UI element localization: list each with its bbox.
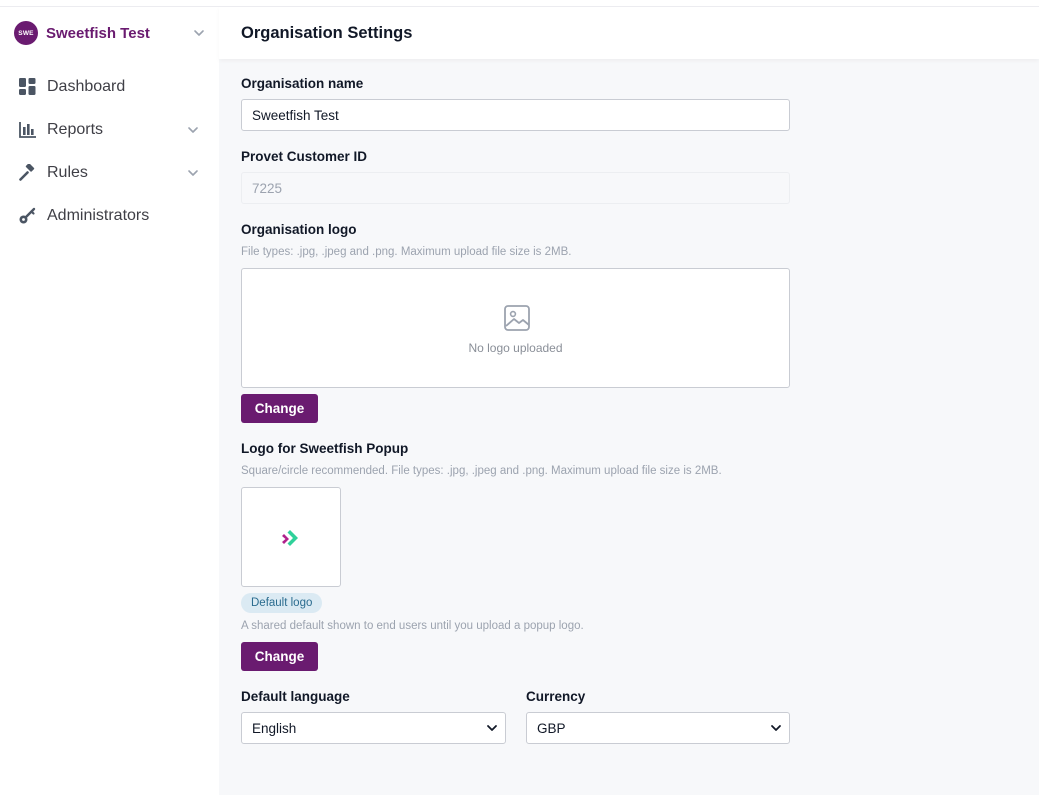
org-logo-hint: File types: .jpg, .jpeg and .png. Maximu…: [241, 246, 572, 258]
sidebar: SWE Sweetfish Test Dashboard Reports Rul…: [0, 7, 219, 795]
org-logo-preview: No logo uploaded: [241, 268, 790, 388]
top-border: [0, 0, 1039, 7]
sweetfish-logo-icon: [282, 530, 298, 546]
main-content: Organisation Settings Organisation name …: [219, 7, 1039, 795]
sidebar-item-dashboard[interactable]: Dashboard: [0, 65, 219, 108]
org-avatar: SWE: [14, 21, 38, 45]
popup-logo-label: Logo for Sweetfish Popup: [241, 441, 409, 456]
dashboard-icon: [18, 78, 36, 96]
chevron-down-icon[interactable]: [186, 123, 200, 137]
sidebar-item-rules[interactable]: Rules: [0, 151, 219, 194]
change-popup-logo-button[interactable]: Change: [241, 642, 318, 671]
org-name: Sweetfish Test: [46, 24, 150, 42]
bar-chart-icon: [18, 121, 36, 139]
page-header: Organisation Settings: [219, 7, 1039, 59]
change-org-logo-button[interactable]: Change: [241, 394, 318, 423]
customer-id-label: Provet Customer ID: [241, 149, 368, 164]
chevron-down-icon: [194, 30, 204, 36]
currency-select-wrap: GBP: [526, 712, 790, 744]
org-name-input[interactable]: [241, 99, 790, 131]
currency-label: Currency: [526, 689, 586, 704]
no-logo-text: No logo uploaded: [468, 341, 563, 355]
sidebar-item-label: Dashboard: [47, 77, 126, 95]
language-select-wrap: English: [241, 712, 506, 744]
sidebar-nav: Dashboard Reports Rules Administrators: [0, 65, 219, 237]
sidebar-item-reports[interactable]: Reports: [0, 108, 219, 151]
sidebar-item-administrators[interactable]: Administrators: [0, 194, 219, 237]
org-switcher[interactable]: SWE Sweetfish Test: [14, 19, 210, 47]
currency-select[interactable]: GBP: [526, 712, 790, 744]
popup-logo-hint: Square/circle recommended. File types: .…: [241, 465, 722, 477]
default-logo-badge: Default logo: [241, 593, 323, 613]
language-label: Default language: [241, 689, 350, 704]
sidebar-item-label: Reports: [47, 120, 104, 138]
chevron-down-icon[interactable]: [186, 166, 200, 180]
image-placeholder-icon: [504, 305, 530, 331]
sidebar-item-label: Rules: [47, 163, 88, 181]
popup-logo-preview: [241, 487, 341, 587]
customer-id-input: [241, 172, 790, 204]
sidebar-item-label: Administrators: [47, 206, 150, 224]
gavel-icon: [18, 164, 36, 182]
org-name-label: Organisation name: [241, 76, 364, 91]
org-logo-label: Organisation logo: [241, 222, 357, 237]
page-title: Organisation Settings: [241, 24, 413, 42]
key-icon: [18, 207, 36, 225]
popup-logo-note: A shared default shown to end users unti…: [241, 620, 584, 632]
language-select[interactable]: English: [241, 712, 506, 744]
